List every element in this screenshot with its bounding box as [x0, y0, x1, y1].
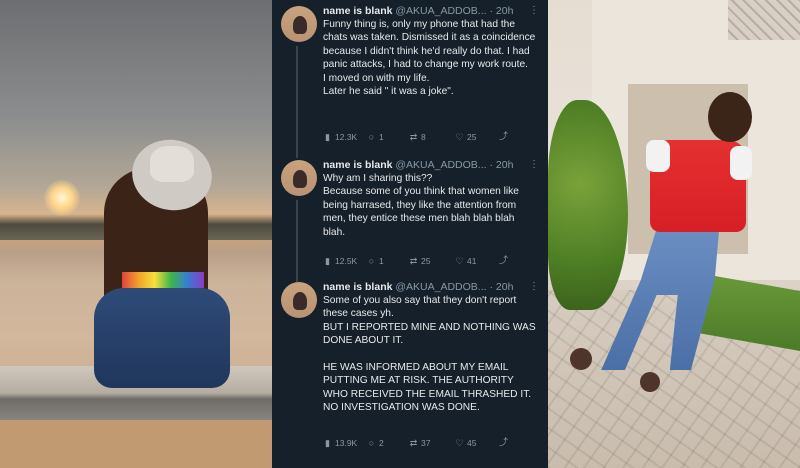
- like-button[interactable]: ♡ 25: [455, 132, 476, 142]
- thread-line: [296, 200, 298, 282]
- display-name[interactable]: name is blank: [323, 159, 392, 171]
- avatar[interactable]: [281, 160, 317, 196]
- retweet-icon: ⇄: [409, 131, 418, 142]
- more-icon[interactable]: ⋮: [529, 158, 539, 172]
- retweet-button[interactable]: ⇄ 25: [409, 255, 431, 266]
- tweet-text: Some of you also say that they don't rep…: [323, 295, 536, 414]
- reply-count: 2: [379, 438, 384, 448]
- timestamp[interactable]: 20h: [496, 159, 514, 171]
- more-icon[interactable]: ⋮: [529, 4, 539, 18]
- avatar[interactable]: [281, 282, 317, 318]
- tweet-actions: ▮ 13.9K ○ 2 ⇄ 37 ♡ 45 ⤴: [323, 438, 539, 452]
- bar-chart-icon: ▮: [325, 437, 330, 448]
- share-button[interactable]: ⤴: [499, 132, 508, 141]
- display-name[interactable]: name is blank: [323, 5, 392, 17]
- comment-icon: ○: [368, 131, 375, 142]
- tweet-header: name is blank @AKUA_ADDOB... · 20h ⋮: [323, 4, 545, 18]
- views-count: 12.3K: [335, 132, 358, 142]
- tweet-actions: ▮ 12.3K ○ 1 ⇄ 8 ♡ 25 ⤴: [323, 132, 539, 146]
- sun: [44, 180, 80, 216]
- retweet-button[interactable]: ⇄ 8: [409, 132, 426, 142]
- retweet-count: 25: [421, 256, 431, 266]
- heart-icon: ♡: [455, 255, 464, 266]
- reply-count: 1: [379, 256, 384, 266]
- display-name[interactable]: name is blank: [323, 281, 392, 293]
- views-button[interactable]: ▮ 12.3K: [323, 132, 357, 142]
- share-icon: ⤴: [499, 255, 509, 265]
- heart-icon: ♡: [455, 437, 464, 448]
- share-button[interactable]: ⤴: [499, 256, 508, 265]
- retweet-icon: ⇄: [409, 437, 418, 448]
- separator-dot: ·: [489, 281, 493, 293]
- comment-icon: ○: [368, 255, 375, 266]
- handle[interactable]: @AKUA_ADDOB...: [395, 5, 486, 17]
- views-button[interactable]: ▮ 13.9K: [323, 438, 357, 448]
- avatar[interactable]: [281, 6, 317, 42]
- share-icon: ⤴: [499, 437, 509, 447]
- sand: [0, 420, 272, 468]
- comment-icon: ○: [368, 437, 375, 448]
- tweet[interactable]: name is blank @AKUA_ADDOB... · 20h ⋮ Fun…: [272, 4, 548, 158]
- reply-button[interactable]: ○ 2: [367, 438, 384, 448]
- beach-photo: [0, 0, 272, 468]
- tweet[interactable]: name is blank @AKUA_ADDOB... · 20h ⋮ Som…: [272, 280, 548, 466]
- like-count: 25: [467, 132, 477, 142]
- tweet-thread: name is blank @AKUA_ADDOB... · 20h ⋮ Fun…: [272, 0, 548, 468]
- hat-crown: [150, 146, 194, 182]
- tweet[interactable]: name is blank @AKUA_ADDOB... · 20h ⋮ Why…: [272, 158, 548, 282]
- head: [708, 92, 752, 142]
- views-count: 12.5K: [335, 256, 358, 266]
- retweet-button[interactable]: ⇄ 37: [409, 437, 431, 448]
- views-button[interactable]: ▮ 12.5K: [323, 256, 357, 266]
- left-shoe: [570, 348, 592, 370]
- tweet-text: Funny thing is, only my phone that had t…: [323, 19, 536, 98]
- rainbow-top: [122, 272, 204, 288]
- share-button[interactable]: ⤴: [499, 438, 508, 447]
- handle[interactable]: @AKUA_ADDOB...: [395, 159, 486, 171]
- timestamp[interactable]: 20h: [496, 5, 514, 17]
- like-count: 45: [467, 438, 477, 448]
- right-shoe: [640, 372, 660, 392]
- separator-dot: ·: [489, 159, 493, 171]
- timestamp[interactable]: 20h: [496, 281, 514, 293]
- right-sleeve: [730, 146, 752, 180]
- views-count: 13.9K: [335, 438, 358, 448]
- tweet-header: name is blank @AKUA_ADDOB... · 20h ⋮: [323, 158, 545, 172]
- reply-button[interactable]: ○ 1: [367, 256, 384, 266]
- railing: [728, 0, 800, 40]
- like-button[interactable]: ♡ 41: [455, 256, 476, 266]
- portrait-photo: [548, 0, 800, 468]
- retweet-icon: ⇄: [409, 255, 418, 266]
- tweet-text: Why am I sharing this?? Because some of …: [323, 173, 519, 238]
- tweet-actions: ▮ 12.5K ○ 1 ⇄ 25 ♡ 41 ⤴: [323, 256, 539, 270]
- reply-count: 1: [379, 132, 384, 142]
- bar-chart-icon: ▮: [325, 131, 330, 142]
- tweet-header: name is blank @AKUA_ADDOB... · 20h ⋮: [323, 280, 545, 294]
- retweet-count: 37: [421, 438, 431, 448]
- retweet-count: 8: [421, 132, 426, 142]
- left-sleeve: [646, 140, 670, 172]
- like-button[interactable]: ♡ 45: [455, 438, 476, 448]
- thread-line: [296, 46, 298, 158]
- share-icon: ⤴: [499, 131, 509, 141]
- heart-icon: ♡: [455, 131, 464, 142]
- more-icon[interactable]: ⋮: [529, 280, 539, 294]
- reply-button[interactable]: ○ 1: [367, 132, 384, 142]
- handle[interactable]: @AKUA_ADDOB...: [395, 281, 486, 293]
- denim-shorts: [94, 288, 230, 388]
- like-count: 41: [467, 256, 477, 266]
- bar-chart-icon: ▮: [325, 255, 330, 266]
- separator-dot: ·: [489, 5, 493, 17]
